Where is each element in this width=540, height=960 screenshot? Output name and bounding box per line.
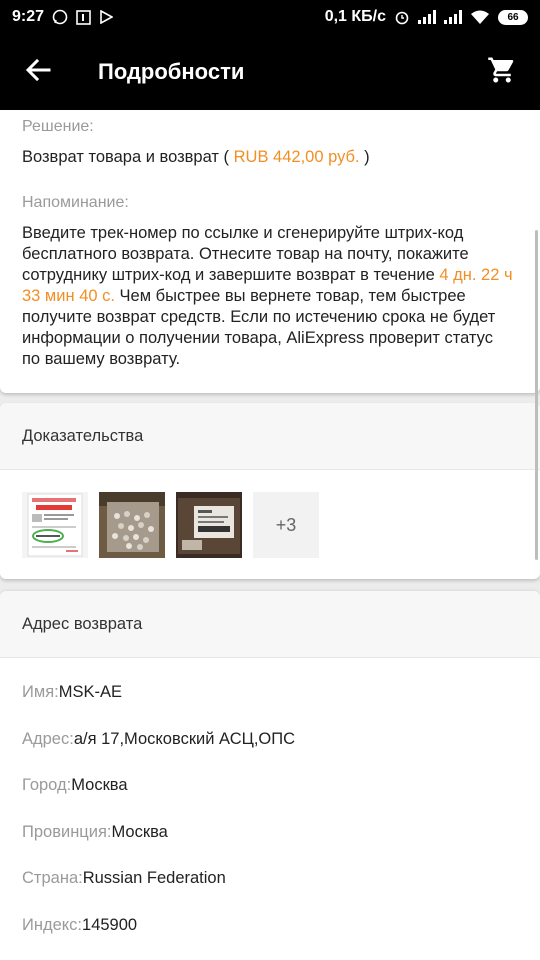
- notification-icon: [76, 9, 91, 25]
- app-bar: Подробности: [0, 34, 540, 110]
- return-address-header: Адрес возврата: [0, 591, 540, 658]
- address-row-city: Город:Москва: [22, 776, 128, 794]
- address-row-name: Имя:MSK-AE: [22, 683, 122, 701]
- evidence-photo-label[interactable]: [176, 492, 242, 558]
- return-details-card: Решение: Возврат товара и возврат ( RUB …: [0, 110, 540, 393]
- return-address-title: Адрес возврата: [22, 615, 143, 633]
- decision-label: Решение:: [22, 118, 94, 135]
- refund-amount: RUB 442,00 руб.: [233, 148, 360, 166]
- page-title: Подробности: [98, 59, 245, 84]
- signal-icon: [444, 10, 462, 24]
- reminder-label: Напоминание:: [22, 194, 129, 211]
- return-address-card: Адрес возврата Имя:MSK-AE Адрес:а/я 17,М…: [0, 591, 540, 960]
- decision-text: Возврат товара и возврат ( RUB 442,00 ру…: [22, 148, 370, 166]
- battery-icon: 66: [498, 9, 528, 25]
- reminder-text: Введите трек-номер по ссылке и сгенериру…: [22, 224, 513, 368]
- play-icon: [99, 10, 114, 24]
- whatsapp-icon: [52, 9, 68, 25]
- address-row-zip: Индекс:145900: [22, 916, 138, 934]
- arrow-left-icon: [25, 57, 51, 88]
- network-speed: 0,1 КБ/с: [324, 8, 386, 25]
- evidence-photo-package[interactable]: [99, 492, 165, 558]
- wifi-icon: [470, 10, 490, 25]
- signal-icon: [418, 10, 436, 24]
- address-row-country: Страна:Russian Federation: [22, 869, 226, 887]
- cart-button[interactable]: [478, 48, 526, 96]
- clock: 9:27: [12, 8, 45, 25]
- evidence-photo-document[interactable]: [22, 492, 88, 558]
- evidence-title: Доказательства: [22, 427, 144, 445]
- address-row-address: Адрес:а/я 17,Московский АСЦ,ОПС: [22, 730, 296, 748]
- address-row-province: Провинция:Москва: [22, 823, 168, 841]
- evidence-header: Доказательства: [0, 403, 540, 470]
- alarm-icon: [394, 9, 410, 25]
- shopping-cart-icon: [487, 55, 517, 90]
- status-bar: 9:27 0,1 КБ/с 66: [0, 0, 540, 34]
- more-photos-button[interactable]: +3: [253, 492, 319, 558]
- scrollbar[interactable]: [535, 230, 538, 560]
- back-button[interactable]: [0, 34, 76, 110]
- evidence-card: Доказательства +3: [0, 403, 540, 579]
- evidence-thumbnails: +3: [22, 492, 319, 558]
